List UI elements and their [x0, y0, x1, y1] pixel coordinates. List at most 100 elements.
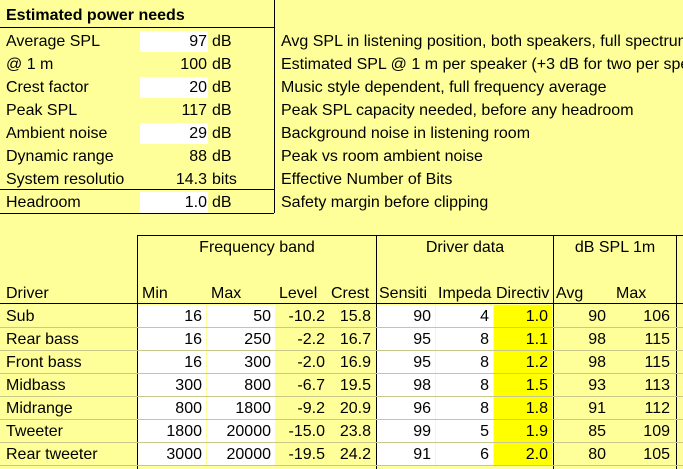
cell-driver: Sub	[6, 308, 35, 325]
cell-directivity[interactable]: 1.8	[494, 397, 552, 420]
param-description: Safety margin before clipping	[281, 194, 489, 211]
param-label: Ambient noise	[6, 125, 108, 142]
col-header-crest: Crest	[331, 285, 370, 302]
param-description: Background noise in listening room	[281, 125, 531, 142]
col-divider-right	[676, 235, 677, 469]
param-value[interactable]: 29	[140, 123, 208, 144]
cell-sensitivity[interactable]: 95	[377, 328, 435, 351]
cell-max[interactable]: 20000	[207, 420, 275, 443]
cell-min[interactable]: 16	[138, 351, 206, 374]
sheet-title: Estimated power needs	[6, 7, 185, 24]
param-value[interactable]: 1.0	[140, 192, 208, 213]
cell-max[interactable]: 800	[207, 374, 275, 397]
cell-driver: Front bass	[6, 354, 82, 371]
row-separator	[0, 465, 683, 466]
cell-avg: 98	[588, 354, 606, 371]
cell-level: -19.5	[288, 446, 325, 463]
cell-peak: 115	[644, 331, 670, 348]
col-header-directivity: Directiv	[496, 285, 550, 302]
param-label: Crest factor	[6, 79, 89, 96]
param-description: Avg SPL in listening position, both spea…	[281, 33, 683, 50]
col-header-sensitivity: Sensiti	[379, 285, 428, 302]
col-header-min: Min	[142, 285, 168, 302]
param-value: 88	[189, 148, 207, 165]
cell-sensitivity[interactable]: 91	[377, 443, 435, 466]
cell-impedance[interactable]: 8	[436, 328, 493, 351]
param-value: 117	[181, 102, 207, 119]
param-value: 100	[180, 56, 207, 73]
cell-peak: 109	[643, 423, 670, 440]
cell-driver: Rear tweeter	[6, 446, 98, 463]
param-description: Effective Number of Bits	[281, 171, 453, 188]
cell-crest: 16.7	[339, 331, 371, 348]
cell-driver: Midrange	[6, 400, 73, 417]
cell-impedance[interactable]: 4	[436, 305, 493, 328]
cell-directivity[interactable]: 1.2	[494, 351, 552, 374]
cell-crest: 23.8	[339, 423, 371, 440]
cell-impedance[interactable]: 6	[436, 443, 493, 466]
cell-min[interactable]: 1800	[138, 420, 206, 443]
cell-sensitivity[interactable]: 95	[377, 351, 435, 374]
params-divider	[274, 0, 275, 213]
cell-impedance[interactable]: 5	[436, 420, 493, 443]
param-unit: dB	[212, 79, 232, 96]
cell-sensitivity[interactable]: 98	[377, 374, 435, 397]
cell-crest: 16.9	[339, 354, 371, 371]
group-frequency-band: Frequency band	[199, 239, 315, 256]
cell-min[interactable]: 3000	[138, 443, 206, 466]
cell-directivity[interactable]: 1.9	[494, 420, 552, 443]
param-label: Average SPL	[6, 33, 100, 50]
cell-max[interactable]: 300	[207, 351, 275, 374]
cell-directivity[interactable]: 1.5	[494, 374, 552, 397]
param-value[interactable]: 97	[140, 31, 208, 52]
cell-max[interactable]: 20000	[207, 443, 275, 466]
cell-min[interactable]: 16	[138, 328, 206, 351]
cell-level: -2.0	[297, 354, 325, 371]
cell-max[interactable]: 1800	[207, 397, 275, 420]
title-underline	[0, 27, 274, 28]
cell-impedance[interactable]: 8	[436, 397, 493, 420]
cell-peak: 113	[644, 377, 670, 394]
param-description: Peak vs room ambient noise	[281, 148, 483, 165]
param-label: Peak SPL	[6, 102, 78, 119]
cell-min[interactable]: 300	[138, 374, 206, 397]
param-label: @ 1 m	[6, 56, 54, 73]
cell-directivity[interactable]: 1.0	[494, 305, 552, 328]
cell-peak: 115	[644, 354, 670, 371]
cell-min[interactable]: 800	[138, 397, 206, 420]
cell-directivity[interactable]: 2.0	[494, 443, 552, 466]
params-bottom-border	[0, 213, 274, 214]
param-label: System resolutio	[6, 171, 125, 188]
param-unit: dB	[212, 125, 232, 142]
group-db-spl: dB SPL 1m	[574, 239, 656, 256]
param-description: Peak SPL capacity needed, before any hea…	[281, 102, 634, 119]
cell-crest: 24.2	[339, 446, 371, 463]
cell-driver: Tweeter	[6, 423, 63, 440]
cell-sensitivity[interactable]: 99	[377, 420, 435, 443]
cell-level: -10.2	[288, 308, 325, 325]
param-unit: dB	[212, 148, 232, 165]
cell-level: -15.0	[288, 423, 325, 440]
col-header-level: Level	[279, 285, 318, 302]
cell-max[interactable]: 250	[207, 328, 275, 351]
cell-sensitivity[interactable]: 96	[377, 397, 435, 420]
cell-peak: 105	[643, 446, 670, 463]
cell-level: -2.2	[297, 331, 325, 348]
param-unit: bits	[212, 171, 237, 188]
cell-min[interactable]: 16	[138, 305, 206, 328]
cell-avg: 91	[588, 400, 606, 417]
param-label: Dynamic range	[6, 148, 114, 165]
cell-avg: 93	[588, 377, 606, 394]
col-header-avg: Avg	[556, 285, 584, 302]
param-value[interactable]: 20	[140, 77, 208, 98]
cell-peak: 106	[643, 308, 670, 325]
cell-driver: Rear bass	[6, 331, 79, 348]
cell-sensitivity[interactable]: 90	[377, 305, 435, 328]
cell-impedance[interactable]: 8	[436, 374, 493, 397]
cell-avg: 90	[588, 308, 606, 325]
cell-directivity[interactable]: 1.1	[494, 328, 552, 351]
cell-max[interactable]: 50	[207, 305, 275, 328]
param-unit: dB	[212, 102, 232, 119]
headroom-separator	[0, 189, 274, 190]
cell-impedance[interactable]: 8	[436, 351, 493, 374]
